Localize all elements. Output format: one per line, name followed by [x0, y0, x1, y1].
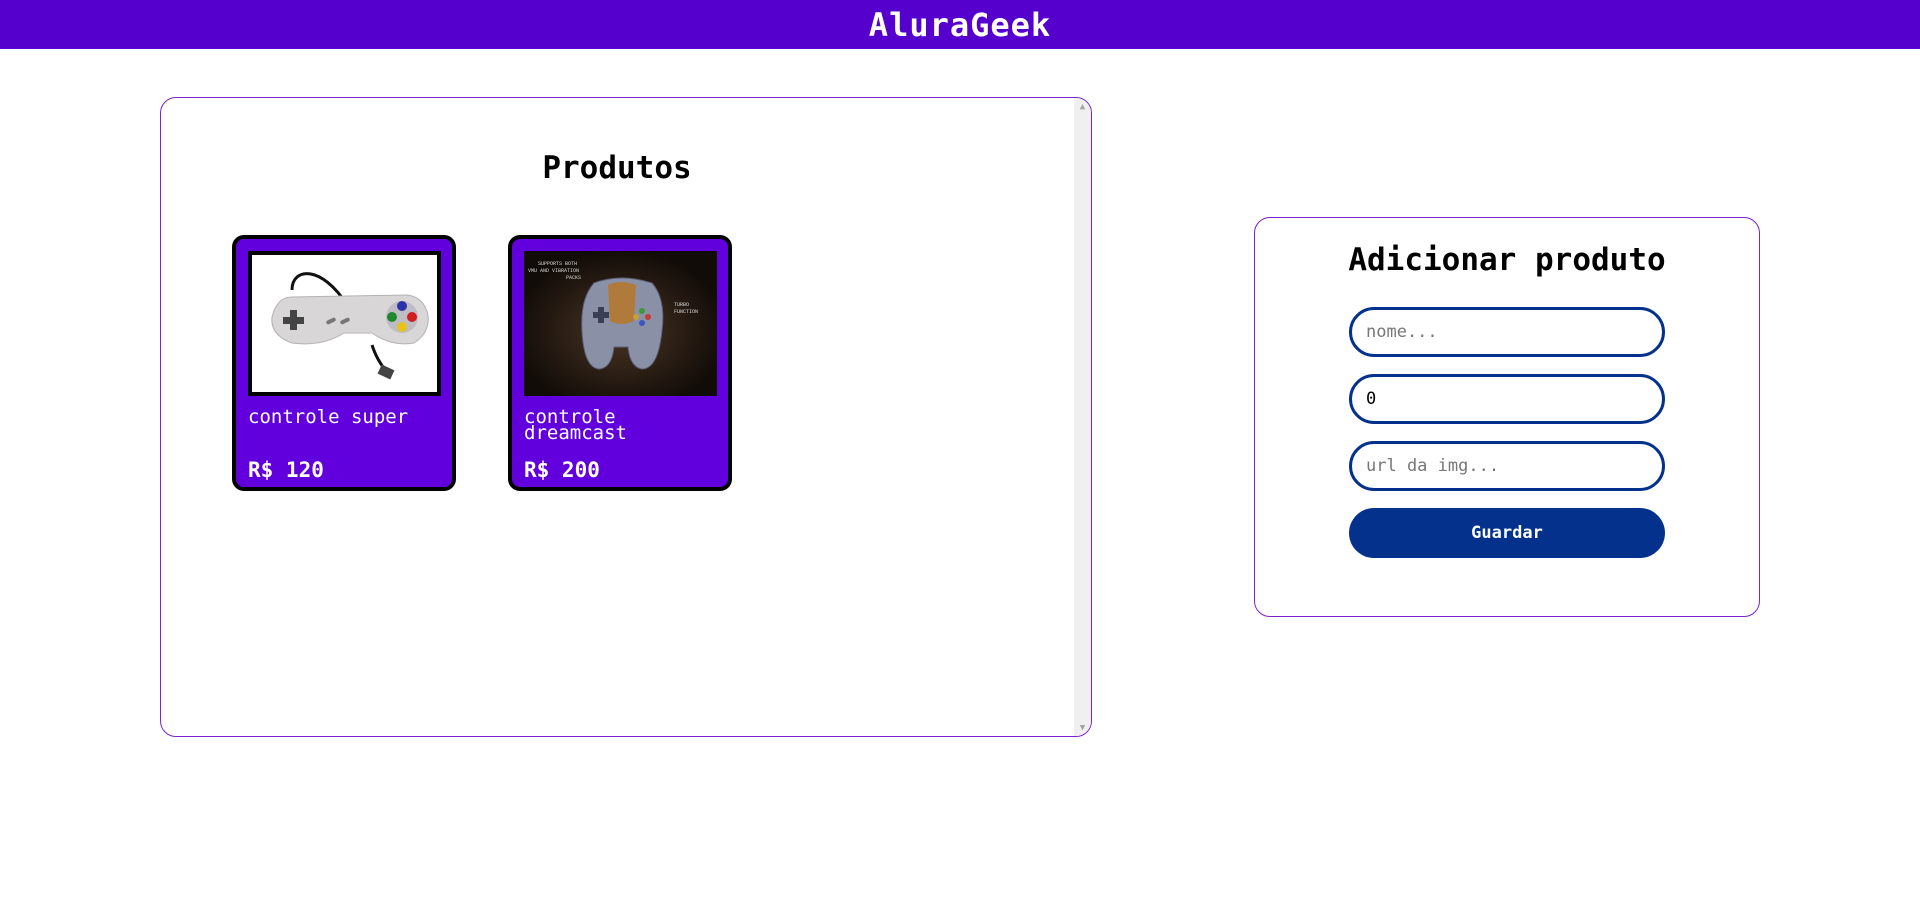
image-caption: FUNCTION — [674, 309, 698, 315]
image-caption: PACKS — [566, 275, 581, 281]
scrollbar[interactable]: ▲ ▼ — [1074, 98, 1091, 736]
product-image — [248, 251, 441, 396]
image-caption: VMU AND VIBRATION — [528, 268, 579, 274]
image-caption: TURBO — [674, 302, 689, 308]
add-product-form: Adicionar produto Guardar — [1254, 217, 1760, 617]
scroll-down-icon[interactable]: ▼ — [1074, 719, 1091, 736]
image-url-input[interactable] — [1349, 441, 1665, 491]
product-price: R$ 120 — [248, 458, 324, 482]
image-caption: SUPPORTS BOTH — [538, 261, 577, 267]
dreamcast-controller-icon: SUPPORTS BOTH VMU AND VIBRATION PACKS TU… — [524, 251, 717, 396]
product-name: controle dreamcast — [524, 406, 627, 444]
scroll-up-icon[interactable]: ▲ — [1074, 98, 1091, 115]
brand-logo[interactable]: AluraGeek — [869, 6, 1051, 44]
name-input[interactable] — [1349, 307, 1665, 357]
price-input[interactable] — [1349, 374, 1665, 424]
products-panel: Produtos controle super R$ 120 SUPPORTS … — [160, 97, 1092, 737]
site-header: AluraGeek — [0, 0, 1920, 49]
product-image: SUPPORTS BOTH VMU AND VIBRATION PACKS TU… — [524, 251, 717, 396]
save-button[interactable]: Guardar — [1349, 508, 1665, 558]
snes-controller-icon — [252, 255, 437, 392]
product-name: controle super — [248, 406, 409, 428]
product-card[interactable]: controle super R$ 120 — [232, 235, 456, 491]
form-title: Adicionar produto — [1348, 242, 1666, 278]
product-card[interactable]: SUPPORTS BOTH VMU AND VIBRATION PACKS TU… — [508, 235, 732, 491]
products-title: Produtos — [542, 150, 692, 186]
product-price: R$ 200 — [524, 458, 600, 482]
